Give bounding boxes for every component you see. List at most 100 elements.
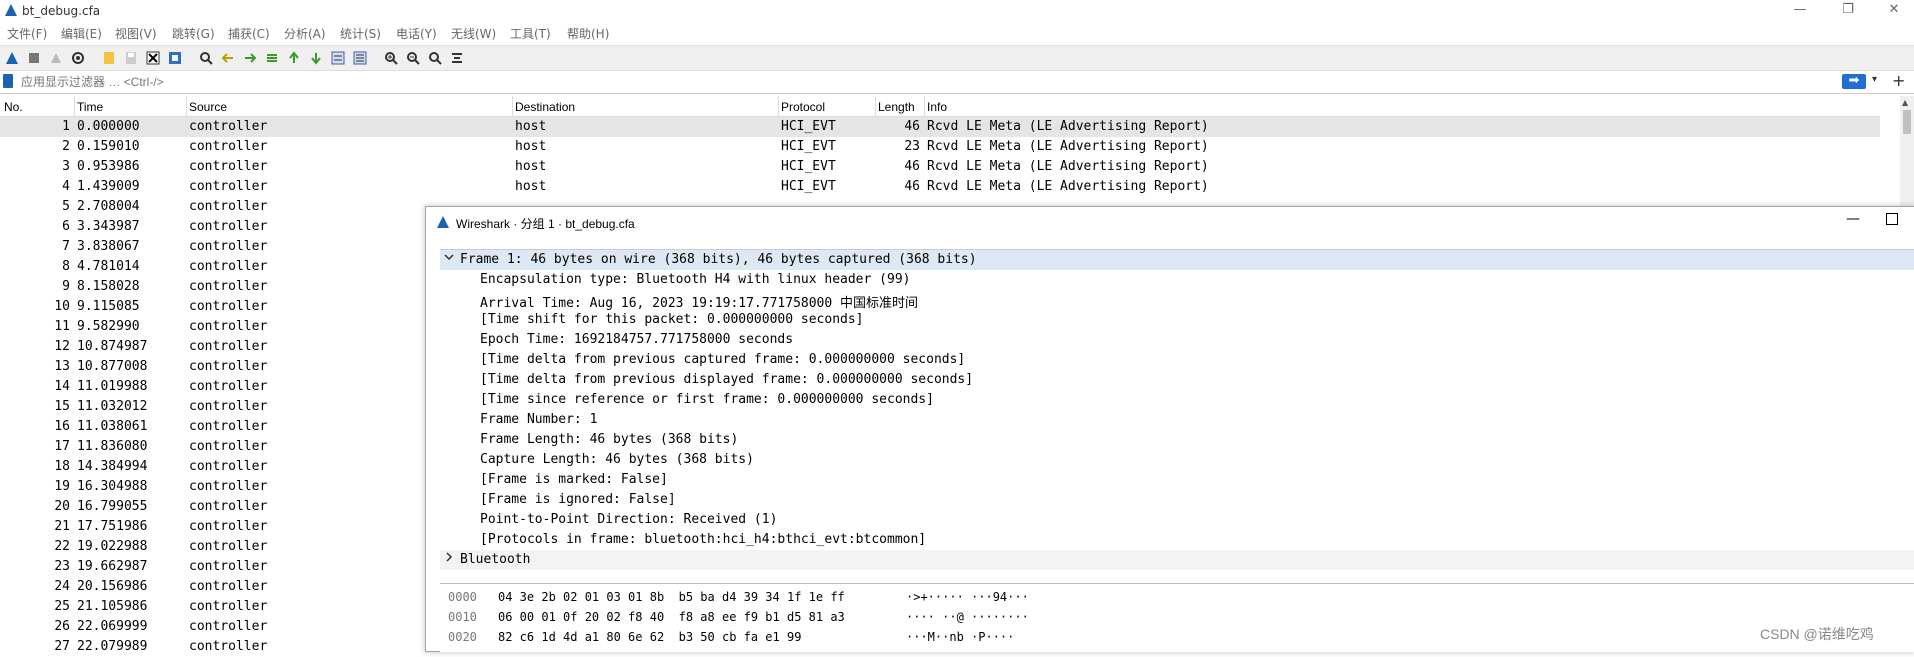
detail-tree-text: [Time shift for this packet: 0.000000000…	[480, 312, 864, 327]
menu-telephony[interactable]: 电话(Y)	[396, 25, 437, 42]
save-icon[interactable]	[122, 49, 140, 67]
hex-bytes: 06 00 01 0f 20 02 f8 40 f8 a8 ee f9 b1 d…	[498, 610, 845, 624]
detail-tree-text: [Frame is ignored: False]	[480, 492, 676, 507]
restore-button[interactable]: ❐	[1828, 0, 1868, 22]
packet-cell-proto: HCI_EVT	[781, 159, 836, 174]
menu-file[interactable]: 文件(F)	[7, 25, 47, 42]
go-first-icon[interactable]	[285, 49, 303, 67]
zoom-normal-icon[interactable]	[426, 49, 444, 67]
packet-row[interactable]: 2 0.159010 controller host HCI_EVT 23 Rcvd LE …	[0, 137, 1880, 157]
go-back-icon[interactable]	[219, 49, 237, 67]
apply-filter-button[interactable]: ➡	[1842, 74, 1866, 89]
minimize-button[interactable]: —	[1780, 0, 1820, 22]
col-destination[interactable]: Destination	[515, 100, 575, 114]
scroll-up-icon[interactable]: ▲	[1902, 98, 1908, 107]
autoscroll-icon[interactable]	[329, 49, 347, 67]
detail-tree-item[interactable]: [Time shift for this packet: 0.000000000…	[440, 310, 1914, 330]
zoom-in-icon[interactable]	[382, 49, 400, 67]
detail-tree-item[interactable]: Frame 1: 46 bytes on wire (368 bits), 46…	[440, 250, 1914, 270]
hex-row[interactable]: 0000 04 3e 2b 02 01 03 01 8b b5 ba d4 39 …	[440, 588, 1914, 608]
menu-wireless[interactable]: 无线(W)	[451, 25, 496, 42]
close-file-icon[interactable]	[144, 49, 162, 67]
packet-cell-time: 16.304988	[77, 479, 148, 494]
col-protocol[interactable]: Protocol	[781, 100, 825, 114]
menu-statistics[interactable]: 统计(S)	[340, 25, 381, 42]
restart-icon[interactable]	[47, 49, 65, 67]
hex-ascii: ···M··nb ·P····	[906, 630, 1015, 644]
dialog-maximize-button[interactable]	[1886, 213, 1898, 225]
display-filter-input[interactable]	[18, 73, 1844, 91]
chevron-right-icon[interactable]	[444, 552, 454, 565]
detail-tree-item[interactable]: [Frame is ignored: False]	[440, 490, 1914, 510]
detail-tree-item[interactable]: [Frame is marked: False]	[440, 470, 1914, 490]
col-length[interactable]: Length	[878, 100, 915, 114]
go-forward-icon[interactable]	[241, 49, 259, 67]
detail-tree-item[interactable]: [Protocols in frame: bluetooth:hci_h4:bt…	[440, 530, 1914, 550]
scroll-thumb[interactable]	[1903, 110, 1911, 134]
detail-tree-item[interactable]: [Time since reference or first frame: 0.…	[440, 390, 1914, 410]
packet-list-header: No. Time Source Destination Protocol Len…	[0, 96, 1880, 117]
resize-columns-icon[interactable]	[448, 49, 466, 67]
menu-capture[interactable]: 捕获(C)	[228, 25, 270, 42]
packet-cell-time: 14.384994	[77, 459, 148, 474]
detail-tree-item[interactable]: Point-to-Point Direction: Received (1)	[440, 510, 1914, 530]
packet-cell-dst: host	[515, 179, 547, 194]
menu-tools[interactable]: 工具(T)	[510, 25, 551, 42]
packet-cell-src: controller	[189, 479, 268, 494]
zoom-out-icon[interactable]	[404, 49, 422, 67]
col-source[interactable]: Source	[189, 100, 227, 114]
col-no[interactable]: No.	[4, 100, 23, 114]
packet-detail-tree: Frame 1: 46 bytes on wire (368 bits), 46…	[440, 249, 1914, 572]
filter-history-dropdown[interactable]: ▾	[1872, 74, 1877, 85]
col-time[interactable]: Time	[77, 100, 103, 114]
hex-row[interactable]: 0010 06 00 01 0f 20 02 f8 40 f8 a8 ee f9 …	[440, 608, 1914, 628]
menu-view[interactable]: 视图(V)	[115, 25, 157, 42]
detail-tree-item[interactable]: Arrival Time: Aug 16, 2023 19:19:17.7717…	[440, 290, 1914, 311]
menu-analyze[interactable]: 分析(A)	[284, 25, 326, 42]
packet-cell-no: 6	[62, 219, 70, 234]
packet-cell-time: 8.158028	[77, 279, 140, 294]
detail-tree-item[interactable]: Frame Number: 1	[440, 410, 1914, 430]
col-info[interactable]: Info	[927, 100, 947, 114]
detail-tree-item[interactable]: Epoch Time: 1692184757.771758000 seconds	[440, 330, 1914, 350]
shark-fin-start-icon[interactable]	[3, 49, 21, 67]
detail-tree-item[interactable]: [Time delta from previous displayed fram…	[440, 370, 1914, 390]
packet-row[interactable]: 1 0.000000 controller host HCI_EVT 46 Rcvd LE …	[0, 117, 1880, 137]
hex-row[interactable]: 0020 82 c6 1d 4d a1 80 6e 62 b3 50 cb fa …	[440, 628, 1914, 648]
dialog-minimize-button[interactable]: —	[1846, 211, 1860, 227]
chevron-down-icon[interactable]	[444, 252, 454, 265]
detail-tree-item[interactable]: [Time delta from previous captured frame…	[440, 350, 1914, 370]
add-filter-button[interactable]: +	[1892, 71, 1905, 90]
find-icon[interactable]	[197, 49, 215, 67]
close-button[interactable]: ✕	[1874, 0, 1914, 22]
packet-cell-src: controller	[189, 519, 268, 534]
detail-tree-text: Bluetooth	[460, 552, 531, 567]
menu-help[interactable]: 帮助(H)	[567, 25, 609, 42]
menu-go[interactable]: 跳转(G)	[172, 25, 215, 42]
colorize-icon[interactable]	[351, 49, 369, 67]
go-last-icon[interactable]	[307, 49, 325, 67]
detail-tree-item[interactable]: Frame Length: 46 bytes (368 bits)	[440, 430, 1914, 450]
stop-icon[interactable]	[25, 49, 43, 67]
menu-edit[interactable]: 编辑(E)	[61, 25, 102, 42]
detail-tree-text: Point-to-Point Direction: Received (1)	[480, 512, 778, 527]
packet-cell-no: 23	[54, 559, 70, 574]
packet-cell-src: controller	[189, 359, 268, 374]
packet-row[interactable]: 4 1.439009 controller host HCI_EVT 46 Rcvd LE …	[0, 177, 1880, 197]
detail-tree-item[interactable]: Encapsulation type: Bluetooth H4 with li…	[440, 270, 1914, 290]
packet-cell-src: controller	[189, 459, 268, 474]
detail-tree-item[interactable]: Bluetooth	[440, 550, 1914, 570]
bookmark-icon[interactable]	[3, 74, 13, 88]
packet-cell-no: 21	[54, 519, 70, 534]
detail-tree-item[interactable]: Capture Length: 46 bytes (368 bits)	[440, 450, 1914, 470]
packet-cell-no: 14	[54, 379, 70, 394]
packet-row[interactable]: 3 0.953986 controller host HCI_EVT 46 Rcvd LE …	[0, 157, 1880, 177]
packet-cell-len: 46	[904, 159, 920, 174]
capture-options-icon[interactable]	[69, 49, 87, 67]
reload-icon[interactable]	[166, 49, 184, 67]
open-file-icon[interactable]	[100, 49, 118, 67]
go-to-packet-icon[interactable]	[263, 49, 281, 67]
detail-tree-text: [Frame is marked: False]	[480, 472, 668, 487]
detail-tree-text: Frame Number: 1	[480, 412, 598, 427]
packet-cell-src: controller	[189, 599, 268, 614]
